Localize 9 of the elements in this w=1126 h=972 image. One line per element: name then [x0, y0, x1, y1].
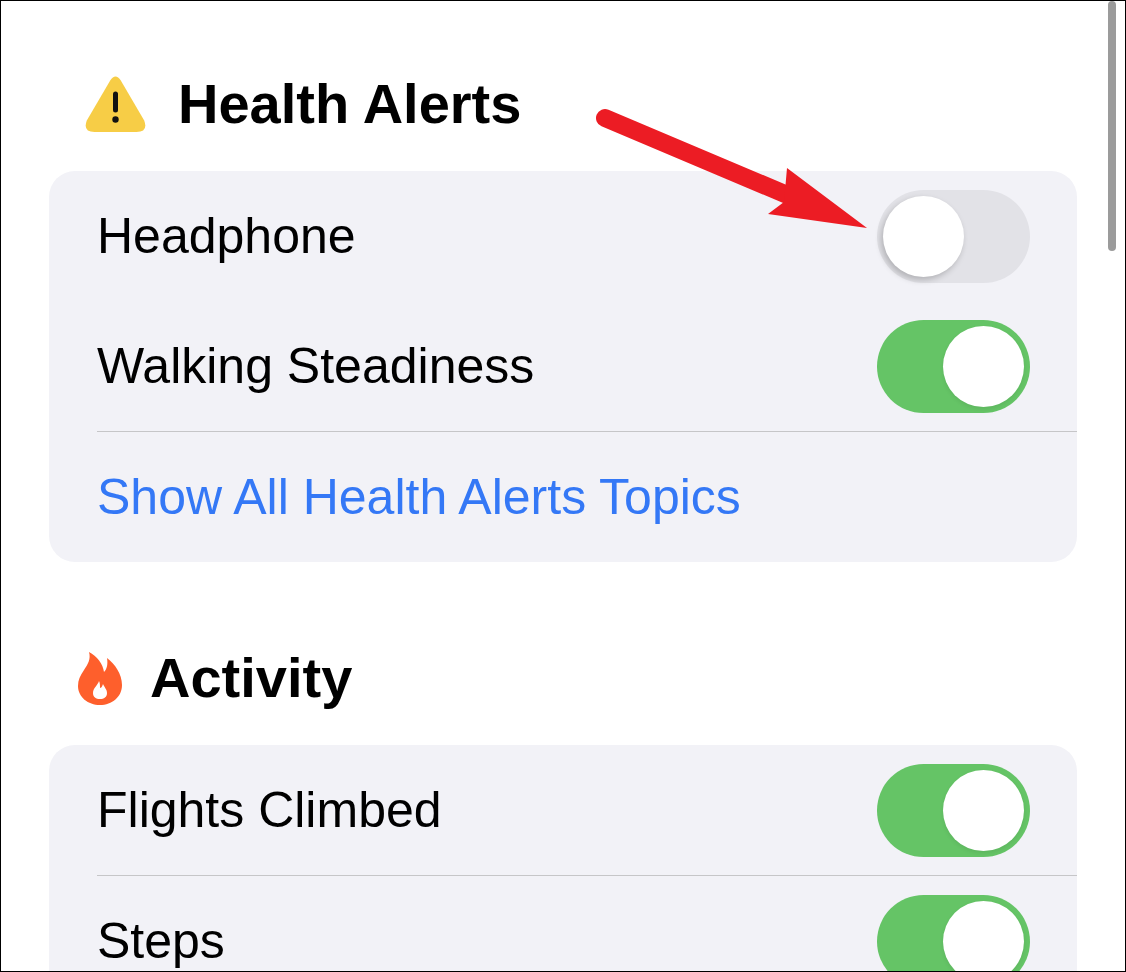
scrollbar[interactable] [1108, 1, 1116, 251]
warning-icon [85, 76, 146, 132]
flame-icon [78, 651, 122, 705]
show-all-topics-link[interactable]: Show All Health Alerts Topics [97, 472, 741, 522]
row-label: Steps [97, 916, 225, 966]
row-label: Walking Steadiness [97, 341, 535, 391]
row-label: Flights Climbed [97, 785, 442, 835]
section-title: Health Alerts [178, 76, 522, 132]
row-label: Headphone [97, 211, 356, 261]
